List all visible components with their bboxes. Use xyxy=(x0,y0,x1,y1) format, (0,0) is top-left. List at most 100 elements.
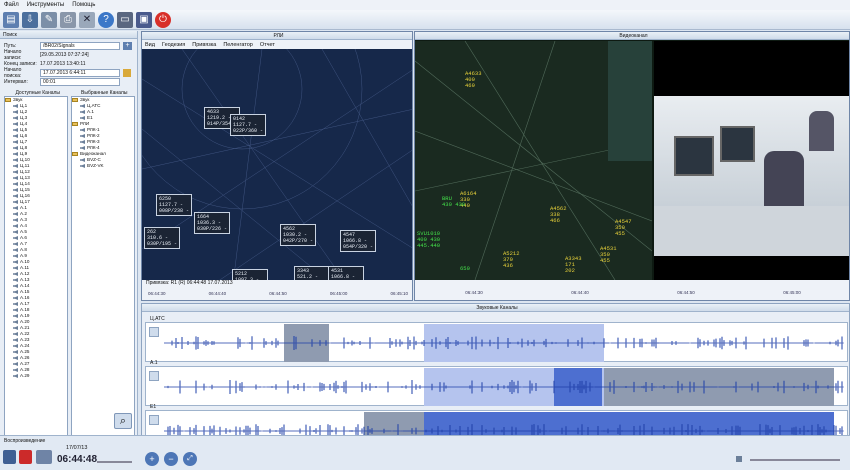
add-path-button[interactable]: + xyxy=(123,41,132,50)
radar-timeline[interactable]: Привязка: R1 (R) 06:44:48 17.07.2013 06:… xyxy=(142,280,412,300)
aircraft-tag[interactable]: 4562 1030.2 - 042P/270 - xyxy=(280,224,317,246)
available-channels-list[interactable]: Звук Ц.1 Ц.2 Ц.3 Ц.4 Ц.5 Ц.6 Ц.7 Ц.8 Ц.9 Ц.10 Ц.11… xyxy=(4,96,68,440)
waveform xyxy=(164,324,844,362)
pause-button[interactable] xyxy=(3,450,16,464)
speaker-icon xyxy=(13,206,18,210)
radar-menu-report[interactable]: Отчет xyxy=(260,42,275,48)
menu-help[interactable]: Помощь xyxy=(72,2,95,8)
toolbar: ▤ ⇩ ✎ ⎙ ✕ ? ▭ ▣ ⏻ xyxy=(0,10,850,30)
speaker-icon[interactable] xyxy=(149,371,159,381)
help-icon[interactable]: ? xyxy=(98,11,114,28)
time-tick: 06:44:50 xyxy=(677,290,695,295)
folder-icon xyxy=(72,122,78,126)
speaker-icon xyxy=(13,242,18,246)
loop-button[interactable] xyxy=(36,450,52,464)
speaker-icon xyxy=(13,146,18,150)
video-green-tag: SVU1010 400 430 445.440 xyxy=(417,230,441,249)
speaker-icon xyxy=(13,236,18,240)
speaker-icon xyxy=(13,116,18,120)
speaker-icon xyxy=(13,308,18,312)
speaker-icon xyxy=(13,278,18,282)
radar-menu-direction-finder[interactable]: Пеленгатор xyxy=(223,42,253,48)
audio-track[interactable]: А.1 xyxy=(145,360,848,406)
volume-slider[interactable] xyxy=(750,459,840,461)
speaker-icon xyxy=(13,272,18,276)
edit-icon[interactable]: ✎ xyxy=(41,11,57,28)
audio-panel: Звуковые Каналы Ц.АТСА.1Е1 06:44:2006:44… xyxy=(141,303,850,450)
video-timeline[interactable]: 06:44:30 06:44:40 06:44:50 06:45:00 xyxy=(415,280,849,300)
time-tick: 06:45:00 xyxy=(783,290,801,295)
radar-screen-video: A4633 400 469 A6164 330 440 A4562 338 466 A… xyxy=(415,41,652,280)
aircraft-tag[interactable]: 1664 1036.3 - 030P/226 - xyxy=(194,212,231,234)
speaker-icon xyxy=(13,164,18,168)
channel-icon xyxy=(80,146,85,150)
print-icon[interactable]: ⎙ xyxy=(60,11,76,28)
search-button[interactable]: ⌕ xyxy=(114,413,132,429)
track-label: Е1 xyxy=(150,404,157,410)
time-tick: 06:44:30 xyxy=(465,290,483,295)
record-icon[interactable]: ▣ xyxy=(136,11,152,28)
aircraft-tag[interactable]: 6250 1127.7 - 008P/238 - xyxy=(156,194,193,216)
speaker-icon xyxy=(13,170,18,174)
speaker-icon xyxy=(13,224,18,228)
tools-icon[interactable]: ✕ xyxy=(79,11,95,28)
video-aircraft-tag: A4562 338 466 xyxy=(550,205,567,224)
zoom-out-icon[interactable]: − xyxy=(164,452,178,466)
search-panel-title: Поиск xyxy=(0,31,137,39)
time-tick: 06:44:30 xyxy=(148,291,166,296)
available-channels-title: Доступные Каналы xyxy=(15,89,61,96)
selected-channels-title: Выбранные Каналы xyxy=(81,89,128,96)
calendar-icon[interactable] xyxy=(123,68,131,77)
speaker-icon xyxy=(13,362,18,366)
channel-icon xyxy=(80,116,85,120)
speaker-icon xyxy=(13,104,18,108)
aircraft-tag[interactable]: 0142 1127.7 - 022P/360 - xyxy=(230,114,267,136)
menu-file[interactable]: Файл xyxy=(4,2,19,8)
track-label: Ц.АТС xyxy=(150,316,165,322)
speaker-icon[interactable] xyxy=(149,415,159,425)
speaker-icon xyxy=(13,110,18,114)
speaker-icon xyxy=(13,290,18,294)
speaker-icon xyxy=(13,218,18,222)
radar-menu-binding[interactable]: Привязка xyxy=(192,42,216,48)
speed-slider[interactable] xyxy=(97,461,132,463)
selected-channels-list[interactable]: Звук Ц.АТС А.1 Е1 РЛИ РЛК-1 РЛК-2 РЛК-3 РЛК-4 Вид… xyxy=(71,96,135,440)
speaker-icon xyxy=(13,344,18,348)
aircraft-tag[interactable]: 4547 1066.8 - 054P/320 - xyxy=(340,230,377,252)
open-icon[interactable]: ▤ xyxy=(3,11,19,28)
speaker-icon xyxy=(13,326,18,330)
speaker-icon xyxy=(13,194,18,198)
radar-map[interactable] xyxy=(142,49,413,292)
time-tick: 06:45:00 xyxy=(329,291,348,296)
video-green-tag: BRU 430 430 xyxy=(442,195,466,208)
stop-button[interactable] xyxy=(19,450,32,464)
search-start-input[interactable]: 17.07.2013 6:44:11 xyxy=(40,68,120,77)
monitor-icon[interactable]: ▭ xyxy=(117,11,133,28)
channel-icon xyxy=(80,134,85,138)
speaker-icon[interactable] xyxy=(149,327,159,337)
path-input[interactable]: /BR02/Signals xyxy=(40,41,120,50)
interval-input[interactable]: 00:01 xyxy=(40,77,120,86)
radar-menu-geodesy[interactable]: Геодезия xyxy=(162,42,185,48)
list-item[interactable]: А.29 xyxy=(5,373,67,379)
power-icon[interactable]: ⏻ xyxy=(155,11,171,28)
rec-start-label: Начало записи: xyxy=(4,48,22,61)
audio-track[interactable]: Ц.АТС xyxy=(145,316,848,362)
radar-time-axis: 06:44:30 06:44:40 06:44:50 06:45:00 06:45:10 xyxy=(142,288,412,296)
playback-bar: Воспроизведение 17/07/13 06:44:48 + − ⤢ xyxy=(0,435,850,470)
zoom-fit-icon[interactable]: ⤢ xyxy=(183,452,197,466)
playback-time: 06:44:48 xyxy=(57,454,98,465)
menu-tools[interactable]: Инструменты xyxy=(27,2,64,8)
video-aircraft-tag: A4531 350 455 xyxy=(600,245,617,264)
folder-icon xyxy=(5,98,11,102)
search-start-label: Начало поиска: xyxy=(4,66,22,79)
folder-icon xyxy=(72,152,78,156)
menu-bar: Файл Инструменты Помощь xyxy=(0,0,850,10)
export-icon[interactable]: ⇩ xyxy=(22,11,38,28)
radar-menu-view[interactable]: Вид xyxy=(145,42,155,48)
zoom-in-icon[interactable]: + xyxy=(145,452,159,466)
aircraft-tag[interactable]: 262 310.6 - 030P/195 - xyxy=(144,227,181,249)
time-tick: 06:45:10 xyxy=(390,291,408,296)
radar-menu: Вид Геодезия Привязка Пеленгатор Отчет xyxy=(142,40,412,49)
list-item[interactable]: BVZ-VK xyxy=(72,163,134,169)
